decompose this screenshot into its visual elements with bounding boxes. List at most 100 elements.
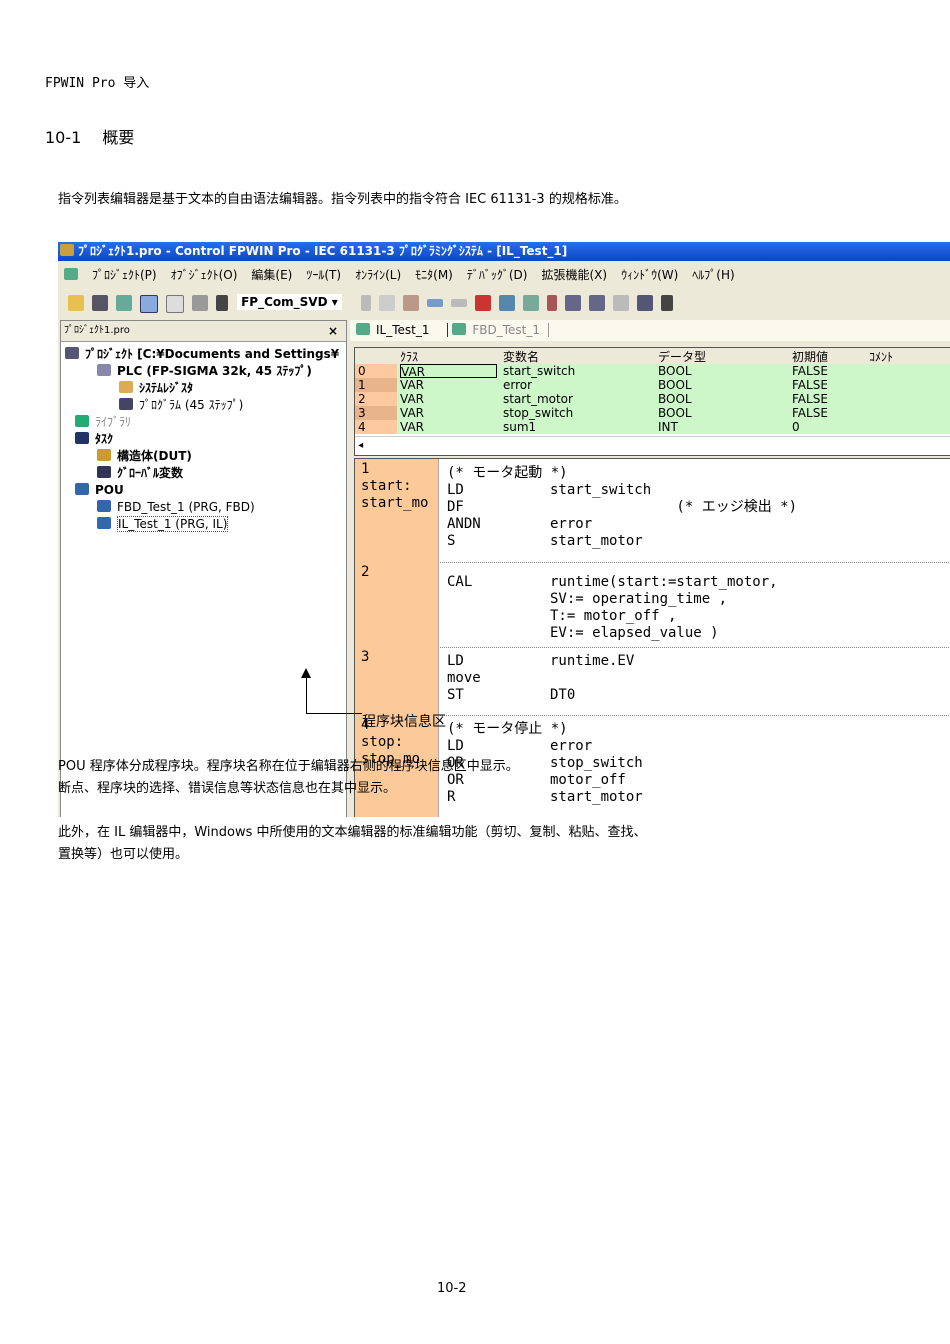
menu-item[interactable]: ｳｨﾝﾄﾞｳ(W) — [621, 268, 678, 282]
close-icon[interactable]: × — [328, 321, 338, 341]
tree-item[interactable]: ｸﾞﾛｰﾊﾞﾙ変数 — [61, 465, 346, 482]
table-cell[interactable]: 1 — [358, 378, 366, 392]
tree-item-label: ﾗｲﾌﾞﾗﾘ — [95, 415, 132, 429]
redo-icon[interactable] — [450, 299, 467, 307]
table-cell[interactable]: stop_switch — [503, 406, 573, 420]
col-class[interactable]: ｸﾗｽ — [400, 348, 418, 365]
program-block[interactable]: 2 CAL runtime(start:=start_motor, SV:= oper… — [355, 562, 950, 648]
tree-item[interactable]: POU — [61, 482, 346, 499]
window-title: ﾌﾟﾛｼﾞｪｸﾄ1.pro - Control FPWIN Pro - IEC … — [78, 244, 568, 258]
table-row[interactable]: 1 VAR error BOOL FALSE — [355, 378, 950, 392]
menu-item[interactable]: ﾓﾆﾀ(M) — [415, 268, 453, 282]
tree-item[interactable]: IL_Test_1 (PRG, IL) — [61, 516, 346, 533]
tree-item[interactable]: ﾌﾟﾛｼﾞｪｸﾄ [C:¥Documents and Settings¥ — [61, 346, 346, 363]
il-operator: move — [447, 670, 481, 686]
table-cell[interactable]: FALSE — [792, 406, 828, 420]
tree-item[interactable]: ﾀｽｸ — [61, 431, 346, 448]
block-info-area[interactable]: 1 start: start_mo — [355, 459, 439, 562]
table-cell[interactable]: VAR — [400, 364, 497, 379]
menu-item[interactable]: 拡張機能(X) — [541, 268, 607, 282]
table-cell[interactable]: sum1 — [503, 420, 536, 434]
table-cell[interactable]: VAR — [400, 406, 424, 420]
tree-item[interactable]: ﾌﾟﾛｸﾞﾗﾑ (45 ｽﾃｯﾌﾟ) — [61, 397, 346, 414]
tree-item[interactable]: PLC (FP-SIGMA 32k, 45 ｽﾃｯﾌﾟ) — [61, 363, 346, 380]
table-cell[interactable]: INT — [658, 420, 678, 434]
table-cell[interactable]: 4 — [358, 420, 366, 434]
tab-il-test-1[interactable]: IL_Test_1 — [356, 323, 430, 337]
menu-item[interactable]: 編集(E) — [251, 268, 292, 282]
tab-fbd-test-1[interactable]: FBD_Test_1 — [447, 323, 549, 337]
save-icon[interactable] — [92, 295, 108, 311]
horizontal-scrollbar[interactable]: ◂ — [355, 436, 950, 455]
table-cell[interactable]: VAR — [400, 378, 424, 392]
insert-after-icon[interactable] — [588, 295, 605, 311]
block-info-area[interactable]: 3 — [355, 647, 439, 715]
il-operand: T:= motor_off , — [550, 608, 677, 624]
compile-all-icon[interactable] — [522, 295, 539, 311]
tree-item[interactable]: ﾗｲﾌﾞﾗﾘ — [61, 414, 346, 431]
plc-type-select[interactable]: FP_Com_SVD ▾ — [237, 294, 342, 310]
download-icon[interactable] — [546, 295, 557, 311]
table-row[interactable]: 0 VAR start_switch BOOL FALSE — [355, 364, 950, 379]
tree-item[interactable]: ｼｽﾃﾑﾚｼﾞｽﾀ — [61, 380, 346, 397]
il-operand: error — [550, 516, 593, 532]
table-cell[interactable]: 3 — [358, 406, 366, 420]
binoculars-icon[interactable] — [216, 295, 228, 311]
compile-icon[interactable] — [498, 295, 515, 311]
var-icon[interactable] — [636, 295, 653, 311]
menu-item[interactable]: ｵﾌﾞｼﾞｪｸﾄ(O) — [171, 268, 238, 282]
document-page: FPWIN Pro 导入 10-1 概要 指令列表编辑器是基于文本的自由语法编辑… — [0, 0, 950, 1344]
cut-icon[interactable] — [360, 295, 371, 311]
table-cell[interactable]: FALSE — [792, 392, 828, 406]
menu-item[interactable]: ﾍﾙﾌﾟ(H) — [692, 268, 734, 282]
app-icon — [60, 244, 74, 256]
preview-icon[interactable] — [166, 295, 184, 313]
table-cell[interactable]: VAR — [400, 420, 424, 434]
program-block[interactable]: 3 LD runtime.EV move ST DT0 — [355, 647, 950, 716]
table-cell[interactable]: start_motor — [503, 392, 573, 406]
delete-network-icon[interactable] — [612, 295, 629, 311]
table-cell[interactable]: BOOL — [658, 378, 692, 392]
menu-item[interactable]: ﾌﾟﾛｼﾞｪｸﾄ(P) — [92, 268, 157, 282]
menu-item[interactable]: ﾃﾞﾊﾞｯｸﾞ(D) — [467, 268, 528, 282]
col-init[interactable]: 初期値 — [792, 348, 828, 365]
table-cell[interactable]: 0 — [792, 420, 800, 434]
il-operand: SV:= operating_time , — [550, 591, 728, 607]
table-cell[interactable]: BOOL — [658, 364, 692, 378]
table-cell[interactable]: 0 — [358, 364, 366, 378]
table-cell[interactable]: BOOL — [658, 392, 692, 406]
col-type[interactable]: データ型 — [658, 348, 706, 365]
table-row[interactable]: 3 VAR stop_switch BOOL FALSE — [355, 406, 950, 420]
table-cell[interactable]: 2 — [358, 392, 366, 406]
table-cell[interactable]: BOOL — [658, 406, 692, 420]
tree-item[interactable]: FBD_Test_1 (PRG, FBD) — [61, 499, 346, 516]
menu-item[interactable]: ｵﾝﾗｲﾝ(L) — [355, 268, 401, 282]
pou-new-icon[interactable] — [116, 295, 132, 311]
tree-node-icon — [119, 381, 133, 393]
col-name[interactable]: 変数名 — [503, 348, 539, 365]
table-row[interactable]: 4 VAR sum1 INT 0 — [355, 420, 950, 434]
il-operand: stop_switch — [550, 755, 643, 771]
print-icon[interactable] — [192, 295, 208, 311]
window-icon[interactable] — [140, 295, 158, 313]
paste-icon[interactable] — [402, 295, 419, 311]
table-row[interactable]: 2 VAR start_motor BOOL FALSE — [355, 392, 950, 406]
chip-icon[interactable] — [660, 295, 673, 311]
table-cell[interactable]: FALSE — [792, 364, 828, 378]
col-comment[interactable]: ｺﾒﾝﾄ — [869, 348, 893, 365]
table-cell[interactable]: VAR — [400, 392, 424, 406]
menu-item[interactable]: ﾂｰﾙ(T) — [306, 268, 341, 282]
app-screenshot: ﾌﾟﾛｼﾞｪｸﾄ1.pro - Control FPWIN Pro - IEC … — [58, 242, 950, 817]
program-block[interactable]: 1 start: start_mo (* モータ起動 *) LD start_switch… — [355, 459, 950, 563]
open-icon[interactable] — [68, 295, 84, 311]
copy-icon[interactable] — [378, 295, 395, 311]
insert-before-icon[interactable] — [564, 295, 581, 311]
tree-item[interactable]: 構造体(DUT) — [61, 448, 346, 465]
table-cell[interactable]: start_switch — [503, 364, 575, 378]
undo-icon[interactable] — [426, 299, 443, 307]
table-cell[interactable]: FALSE — [792, 378, 828, 392]
check-icon[interactable] — [474, 295, 491, 311]
table-cell[interactable]: error — [503, 378, 532, 392]
il-operator: LD — [447, 653, 464, 669]
block-info-area[interactable]: 2 — [355, 562, 439, 647]
